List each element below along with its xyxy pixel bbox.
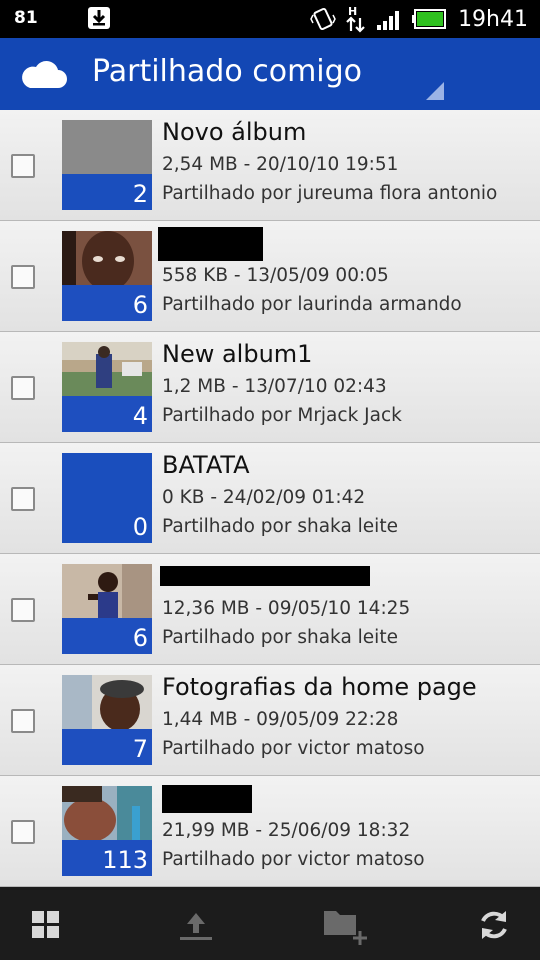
album-meta: 0 KB - 24/02/09 01:42	[162, 487, 366, 508]
album-meta: 2,54 MB - 20/10/10 19:51	[162, 154, 399, 175]
album-thumbnail[interactable]: 4	[62, 342, 152, 432]
thumbnail-image	[62, 675, 152, 729]
thumbnail-image	[62, 564, 152, 618]
vibrate-icon	[310, 7, 336, 31]
thumbnail-image	[62, 786, 152, 840]
select-checkbox[interactable]	[11, 265, 35, 289]
album-meta: 558 KB - 13/05/09 00:05	[162, 265, 389, 286]
select-checkbox[interactable]	[11, 376, 35, 400]
thumbnail-image	[62, 342, 152, 396]
upload-icon[interactable]	[176, 905, 216, 945]
signal-icon	[377, 11, 400, 30]
album-thumbnail[interactable]: 2	[62, 120, 152, 210]
photo-count: 0	[132, 513, 148, 541]
notification-count: 81	[14, 8, 38, 28]
select-checkbox[interactable]	[11, 154, 35, 178]
album-thumbnail[interactable]: 113	[62, 786, 152, 876]
shared-by: Partilhado por victor matoso	[162, 738, 425, 759]
list-item[interactable]: 4 New album1 1,2 MB - 13/07/10 02:43 Par…	[0, 332, 540, 443]
cloud-icon[interactable]	[18, 56, 68, 92]
album-thumbnail[interactable]: 6	[62, 564, 152, 654]
album-meta: 1,44 MB - 09/05/09 22:28	[162, 709, 399, 730]
clock-time: 19h41	[458, 6, 528, 32]
list-item[interactable]: 6 12,36 MB - 09/05/10 14:25 Partilhado p…	[0, 554, 540, 665]
list-item[interactable]: 113 21,99 MB - 25/06/09 18:32 Partilhado…	[0, 776, 540, 887]
status-bar: 81 H 19h41	[0, 0, 540, 38]
select-checkbox[interactable]	[11, 820, 35, 844]
select-checkbox[interactable]	[11, 487, 35, 511]
shared-by: Partilhado por victor matoso	[162, 849, 425, 870]
list-item[interactable]: 0 BATATA 0 KB - 24/02/09 01:42 Partilhad…	[0, 443, 540, 554]
list-item[interactable]: 7 Fotografias da home page 1,44 MB - 09/…	[0, 665, 540, 776]
album-thumbnail[interactable]: 7	[62, 675, 152, 765]
album-thumbnail[interactable]: 0	[62, 453, 152, 543]
redacted-title	[158, 227, 263, 261]
bottom-toolbar	[0, 887, 540, 960]
refresh-icon[interactable]	[474, 905, 514, 945]
list-item[interactable]: 2 Novo álbum 2,54 MB - 20/10/10 19:51 Pa…	[0, 110, 540, 221]
album-meta: 12,36 MB - 09/05/10 14:25	[162, 598, 411, 619]
battery-icon	[412, 9, 447, 29]
redacted-title	[162, 785, 252, 813]
photo-count: 2	[132, 180, 148, 208]
new-folder-icon[interactable]	[322, 905, 370, 945]
dropdown-indicator-icon[interactable]	[426, 82, 444, 100]
shared-by: Partilhado por jureuma flora antonio	[162, 183, 498, 204]
album-title: Novo álbum	[162, 118, 307, 146]
photo-count: 113	[102, 846, 148, 874]
action-bar: Partilhado comigo	[0, 38, 540, 110]
photo-count: 7	[132, 735, 148, 763]
redacted-title	[160, 566, 370, 586]
album-title: Fotografias da home page	[162, 673, 477, 701]
photo-count: 6	[132, 624, 148, 652]
svg-text:H: H	[348, 5, 357, 18]
thumbnail-image	[62, 231, 152, 285]
photo-count: 4	[132, 402, 148, 430]
download-icon	[88, 7, 110, 29]
album-title: BATATA	[162, 451, 250, 479]
grid-view-icon[interactable]	[26, 905, 66, 945]
album-meta: 21,99 MB - 25/06/09 18:32	[162, 820, 411, 841]
shared-by: Partilhado por shaka leite	[162, 627, 398, 648]
album-thumbnail[interactable]: 6	[62, 231, 152, 321]
shared-by: Partilhado por laurinda armando	[162, 294, 462, 315]
data-transfer-icon: H	[346, 5, 365, 33]
album-list[interactable]: 2 Novo álbum 2,54 MB - 20/10/10 19:51 Pa…	[0, 110, 540, 887]
list-item[interactable]: 6 558 KB - 13/05/09 00:05 Partilhado por…	[0, 221, 540, 332]
album-meta: 1,2 MB - 13/07/10 02:43	[162, 376, 387, 397]
status-icons: H 19h41	[310, 4, 528, 34]
shared-by: Partilhado por shaka leite	[162, 516, 398, 537]
thumbnail-image	[62, 120, 152, 174]
photo-count: 6	[132, 291, 148, 319]
page-title[interactable]: Partilhado comigo	[92, 54, 362, 89]
shared-by: Partilhado por Mrjack Jack	[162, 405, 402, 426]
select-checkbox[interactable]	[11, 598, 35, 622]
album-title: New album1	[162, 340, 313, 368]
select-checkbox[interactable]	[11, 709, 35, 733]
